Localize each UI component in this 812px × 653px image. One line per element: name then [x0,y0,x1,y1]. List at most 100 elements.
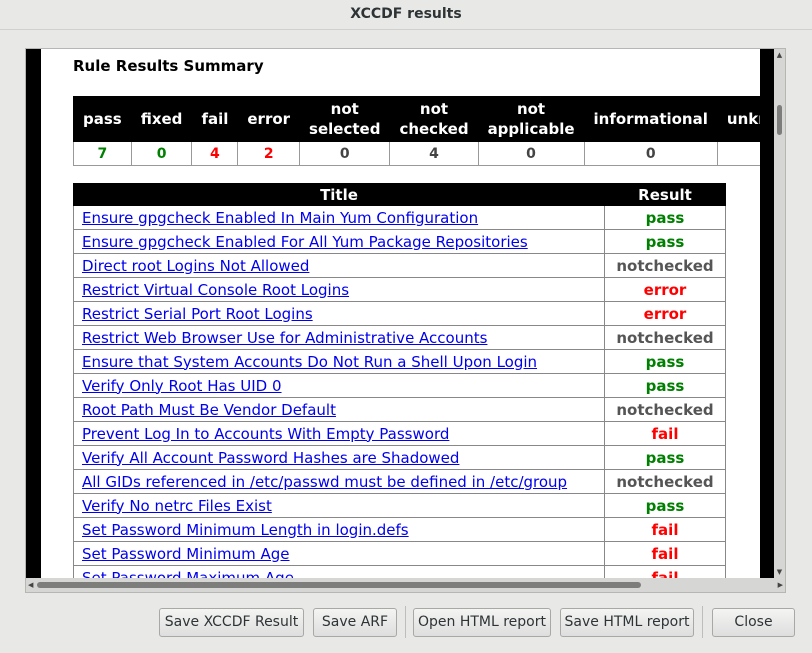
rule-title-link[interactable]: Restrict Web Browser Use for Administrat… [73,325,605,350]
summary-header-label: unknown [726,110,760,128]
rule-title-link[interactable]: Set Password Maximum Age [73,565,605,578]
rule-result-cell: fail [604,565,726,578]
open-html-report-button[interactable]: Open HTML report [413,608,551,637]
table-row: Verify All Account Password Hashes are S… [73,445,726,470]
left-arrow-icon[interactable]: ◀ [28,578,33,592]
rule-result-cell: pass [604,229,726,254]
rule-title-link[interactable]: Verify No netrc Files Exist [73,493,605,518]
summary-header-label: fixed [140,110,183,128]
summary-header-row: pass fixed fail error not selected not checked n… [73,96,760,142]
summary-header-label: not [330,100,359,118]
summary-value-cell: 0 [130,141,193,166]
window-title: XCCDF results [350,6,462,22]
table-row: Restrict Serial Port Root Logins error [73,301,726,326]
rule-result-cell: pass [604,205,726,230]
result-column-header: Result [604,183,726,206]
table-row: All GIDs referenced in /etc/passwd must … [73,469,726,494]
button-separator [702,606,703,638]
vertical-scroll-thumb[interactable] [777,105,782,135]
table-row: Ensure gpgcheck Enabled For All Yum Pack… [73,229,726,254]
summary-header-cell: not applicable [477,96,585,142]
summary-header-cell: not selected [299,96,391,142]
summary-header-cell: error [237,96,301,142]
summary-header-cell: fixed [130,96,193,142]
rule-title-link[interactable]: Restrict Serial Port Root Logins [73,301,605,326]
right-arrow-icon[interactable]: ▶ [778,578,783,592]
summary-header-label: error [247,110,291,128]
rule-result-cell: pass [604,373,726,398]
rule-title-link[interactable]: Ensure gpgcheck Enabled For All Yum Pack… [73,229,605,254]
summary-value-cell: 0 [477,141,585,166]
rule-title-link[interactable]: Verify All Account Password Hashes are S… [73,445,605,470]
rule-title-link[interactable]: Direct root Logins Not Allowed [73,253,605,278]
save-xccdf-result-button[interactable]: Save XCCDF Result [159,608,304,637]
rule-result-cell: notchecked [604,397,726,422]
table-row: Restrict Virtual Console Root Logins erro… [73,277,726,302]
summary-header-cell: fail [191,96,239,142]
summary-header-label: applicable [487,120,575,138]
rule-result-cell: error [604,301,726,326]
left-border-bar [26,49,41,578]
summary-value-cell: 0 [716,141,760,166]
button-separator [405,606,406,638]
rule-result-cell: notchecked [604,325,726,350]
rule-result-cell: fail [604,421,726,446]
summary-value-cell: 4 [389,141,479,166]
close-button[interactable]: Close [712,608,795,637]
rule-title-link[interactable]: Ensure that System Accounts Do Not Run a… [73,349,605,374]
summary-value-cell: 7 [73,141,132,166]
summary-table: pass fixed fail error not selected not checked n… [73,96,760,166]
rule-title-link[interactable]: Restrict Virtual Console Root Logins [73,277,605,302]
summary-header-label: fail [201,110,229,128]
summary-header-label: informational [593,110,708,128]
table-row: Prevent Log In to Accounts With Empty Pa… [73,421,726,446]
summary-header-label: not [419,100,449,118]
summary-header-cell: not checked [389,96,479,142]
summary-header-label: selected [309,120,381,138]
rule-result-cell: fail [604,517,726,542]
rule-title-link[interactable]: Set Password Minimum Age [73,541,605,566]
rule-title-link[interactable]: Verify Only Root Has UID 0 [73,373,605,398]
rule-result-cell: pass [604,349,726,374]
rule-title-link[interactable]: All GIDs referenced in /etc/passwd must … [73,469,605,494]
horizontal-scrollbar[interactable]: ◀ ▶ [26,578,785,592]
rule-title-link[interactable]: Root Path Must Be Vendor Default [73,397,605,422]
vertical-scrollbar[interactable]: ▲ ▼ [774,49,785,578]
report-heading: Rule Results Summary [73,57,264,75]
rule-results-header-row: Title Result [73,183,726,206]
summary-value-cell: 2 [237,141,301,166]
table-row: Root Path Must Be Vendor Default notcheck… [73,397,726,422]
title-column-header: Title [73,183,605,206]
down-arrow-icon[interactable]: ▼ [774,568,785,576]
summary-header-cell: unknown [716,96,760,142]
window-titlebar: XCCDF results [0,0,812,30]
rule-result-cell: pass [604,493,726,518]
table-row: Verify No netrc Files Exist pass [73,493,726,518]
rule-results-table: Title Result Ensure gpgcheck Enabled In … [73,183,726,578]
summary-header-label: checked [399,120,469,138]
summary-header-cell: informational [583,96,718,142]
save-arf-button[interactable]: Save ARF [313,608,397,637]
summary-value-cell: 0 [583,141,718,166]
rule-title-link[interactable]: Set Password Minimum Length in login.def… [73,517,605,542]
rule-title-link[interactable]: Ensure gpgcheck Enabled In Main Yum Conf… [73,205,605,230]
summary-header-label: not [516,100,546,118]
summary-value-cell: 0 [299,141,391,166]
right-border-bar [760,49,774,578]
report-content[interactable]: Rule Results Summary pass fixed fail error n… [41,49,760,578]
rule-result-cell: fail [604,541,726,566]
rule-result-cell: error [604,277,726,302]
table-row: Set Password Minimum Age fail [73,541,726,566]
summary-header-label: pass [83,110,122,128]
table-row: Restrict Web Browser Use for Administrat… [73,325,726,350]
summary-value-cell: 4 [191,141,239,166]
horizontal-scroll-thumb[interactable] [37,582,641,588]
table-row: Ensure that System Accounts Do Not Run a… [73,349,726,374]
save-html-report-button[interactable]: Save HTML report [560,608,694,637]
table-row: Direct root Logins Not Allowed notchecked [73,253,726,278]
table-row: Set Password Maximum Age fail [73,565,726,578]
up-arrow-icon[interactable]: ▲ [774,51,785,59]
table-row: Verify Only Root Has UID 0 pass [73,373,726,398]
rule-result-cell: notchecked [604,469,726,494]
rule-title-link[interactable]: Prevent Log In to Accounts With Empty Pa… [73,421,605,446]
